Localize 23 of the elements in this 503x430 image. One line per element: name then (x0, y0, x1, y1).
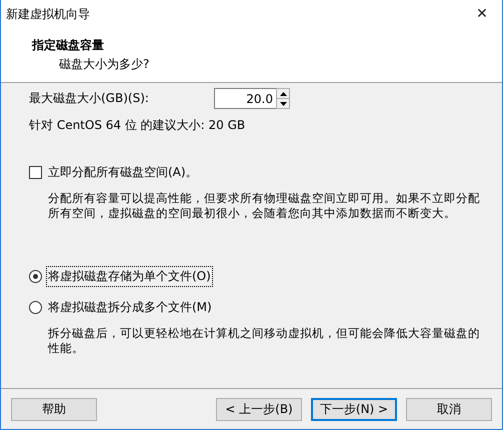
radio-button[interactable] (29, 270, 42, 283)
radio-button[interactable] (29, 301, 42, 314)
wizard-button[interactable]: 取消 (406, 398, 492, 420)
wizard-button[interactable]: 下一步(N) > (311, 398, 397, 420)
close-button[interactable]: ✕ (462, 0, 502, 28)
down-arrow-icon (280, 102, 286, 106)
page-heading: 指定磁盘容量 (32, 37, 104, 54)
field-label: 最大磁盘大小(GB)(S): (29, 90, 150, 107)
spin-down-button[interactable] (277, 98, 289, 108)
spin-up-button[interactable] (277, 89, 289, 98)
page-subtitle: 磁盘大小为多少? (58, 56, 150, 73)
radio-label[interactable]: 将虚拟磁盘拆分成多个文件(M) (46, 297, 214, 318)
radio-label[interactable]: 将虚拟磁盘存储为单个文件(O) (46, 266, 213, 287)
option-description: 拆分磁盘后，可以更轻松地在计算机之间移动虚拟机，但可能会降低大容量磁盘的性能。 (46, 326, 481, 356)
option-description: 分配所有容量可以提高性能，但要求所有物理磁盘空间立即可用。如果不立即分配所有空间，虚拟磁盘的空间最初很小，会随着您向其中添加数据而不断变大。 (47, 191, 481, 221)
size-field[interactable]: 20.0 (214, 88, 276, 109)
checkbox-label[interactable]: 立即分配所有磁盘空间(A)。 (46, 162, 200, 183)
up-arrow-icon (280, 92, 286, 96)
checkbox[interactable] (29, 166, 42, 179)
help-button[interactable]: 帮助 (11, 398, 97, 420)
recommendation-text: 针对 CentOS 64 位 的建议大小: 20 GB (29, 117, 246, 134)
window-title: 新建虚拟机向导 (6, 6, 90, 22)
wizard-button[interactable]: < 上一步(B) (216, 398, 302, 420)
